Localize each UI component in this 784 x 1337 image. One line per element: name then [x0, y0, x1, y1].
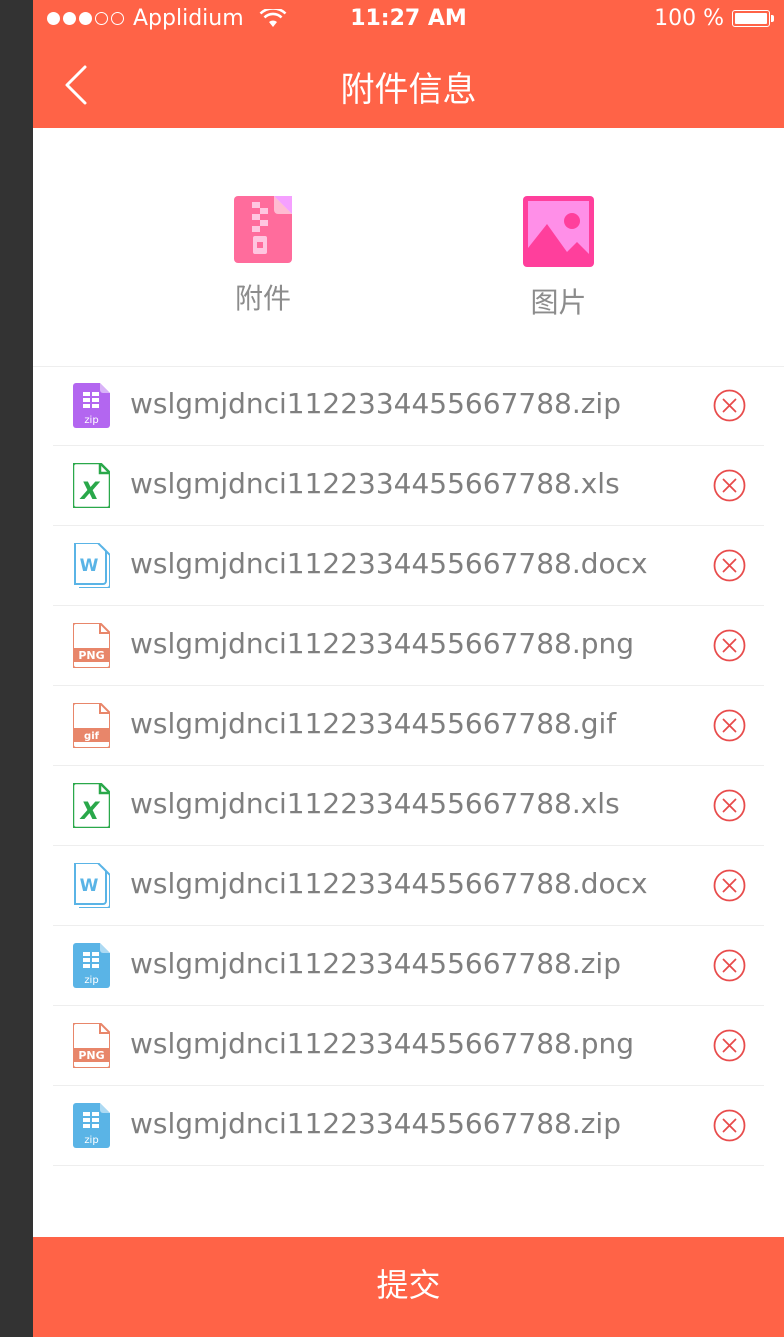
list-item[interactable]: zip wslgmjdnci1122334455667788.zip [53, 366, 764, 446]
list-item[interactable]: Xwslgmjdnci1122334455667788.xls [53, 446, 764, 526]
list-item[interactable]: zip wslgmjdnci1122334455667788.zip [53, 926, 764, 1006]
file-name: wslgmjdnci1122334455667788.zip [130, 1107, 621, 1140]
delete-file-button[interactable] [713, 709, 746, 742]
delete-file-button[interactable] [713, 389, 746, 422]
battery-percent: 100 % [654, 6, 724, 31]
file-name: wslgmjdnci1122334455667788.png [130, 627, 635, 660]
delete-file-button[interactable] [713, 549, 746, 582]
list-item[interactable]: PNG wslgmjdnci1122334455667788.png [53, 1006, 764, 1086]
close-circle-icon [713, 549, 746, 582]
zip-file-icon: zip [73, 383, 110, 428]
close-circle-icon [713, 789, 746, 822]
close-circle-icon [713, 469, 746, 502]
zip-file-icon: zip [73, 1103, 110, 1148]
zip-archive-icon [234, 196, 292, 263]
svg-text:zip: zip [84, 415, 98, 426]
status-bar: Applidium 11:27 AM 100 % [33, 0, 784, 40]
attach-label: 附件 [234, 282, 291, 315]
image-label: 图片 [530, 286, 587, 319]
nav-bar: 附件信息 [33, 40, 784, 128]
close-circle-icon [713, 629, 746, 662]
svg-text:W: W [80, 876, 99, 896]
svg-text:gif: gif [84, 731, 100, 742]
file-name: wslgmjdnci1122334455667788.docx [130, 547, 648, 580]
delete-file-button[interactable] [713, 629, 746, 662]
attachment-list: zip wslgmjdnci1122334455667788.zip Xwslgmj… [53, 366, 764, 1166]
gif-file-icon: gif [72, 702, 111, 749]
close-circle-icon [713, 1109, 746, 1142]
file-name: wslgmjdnci1122334455667788.gif [130, 707, 617, 740]
file-name: wslgmjdnci1122334455667788.zip [130, 947, 621, 980]
delete-file-button[interactable] [713, 1029, 746, 1062]
close-circle-icon [713, 709, 746, 742]
docx-file-icon: W [73, 542, 111, 589]
battery-info: 100 % [654, 6, 774, 31]
svg-text:zip: zip [84, 1135, 98, 1146]
delete-file-button[interactable] [713, 949, 746, 982]
file-name: wslgmjdnci1122334455667788.xls [130, 467, 620, 500]
list-item[interactable]: Wwslgmjdnci1122334455667788.docx [53, 846, 764, 926]
submit-button[interactable]: 提交 [33, 1237, 784, 1337]
svg-text:PNG: PNG [78, 649, 104, 662]
attachment-picker: 附件 图片 [33, 128, 784, 367]
phone-screen: Applidium 11:27 AM 100 % 附件信息 附件 图片 zip … [33, 0, 784, 1337]
file-name: wslgmjdnci1122334455667788.docx [130, 867, 648, 900]
list-item[interactable]: Wwslgmjdnci1122334455667788.docx [53, 526, 764, 606]
xls-file-icon: X [71, 781, 112, 830]
file-name: wslgmjdnci1122334455667788.zip [130, 387, 621, 420]
list-item[interactable]: gif wslgmjdnci1122334455667788.gif [53, 686, 764, 766]
svg-text:X: X [79, 797, 101, 825]
attach-file-button[interactable]: 附件 [228, 196, 298, 317]
list-item[interactable]: Xwslgmjdnci1122334455667788.xls [53, 766, 764, 846]
delete-file-button[interactable] [713, 789, 746, 822]
svg-text:W: W [80, 556, 99, 576]
delete-file-button[interactable] [713, 469, 746, 502]
picture-icon [523, 196, 594, 267]
file-name: wslgmjdnci1122334455667788.png [130, 1027, 635, 1060]
delete-file-button[interactable] [713, 1109, 746, 1142]
xls-file-icon: X [71, 461, 112, 510]
png-file-icon: PNG [72, 622, 111, 669]
close-circle-icon [713, 389, 746, 422]
svg-text:X: X [79, 477, 101, 505]
close-circle-icon [713, 949, 746, 982]
list-item[interactable]: PNG wslgmjdnci1122334455667788.png [53, 606, 764, 686]
page-title: 附件信息 [340, 70, 477, 110]
svg-text:zip: zip [84, 975, 98, 986]
close-circle-icon [713, 869, 746, 902]
docx-file-icon: W [73, 862, 111, 909]
file-name: wslgmjdnci1122334455667788.xls [130, 787, 620, 820]
svg-text:PNG: PNG [78, 1049, 104, 1062]
delete-file-button[interactable] [713, 869, 746, 902]
png-file-icon: PNG [72, 1022, 111, 1069]
zip-file-icon: zip [73, 943, 110, 988]
battery-icon [732, 10, 774, 27]
close-circle-icon [713, 1029, 746, 1062]
attach-image-button[interactable]: 图片 [523, 196, 594, 321]
list-item[interactable]: zip wslgmjdnci1122334455667788.zip [53, 1086, 764, 1166]
